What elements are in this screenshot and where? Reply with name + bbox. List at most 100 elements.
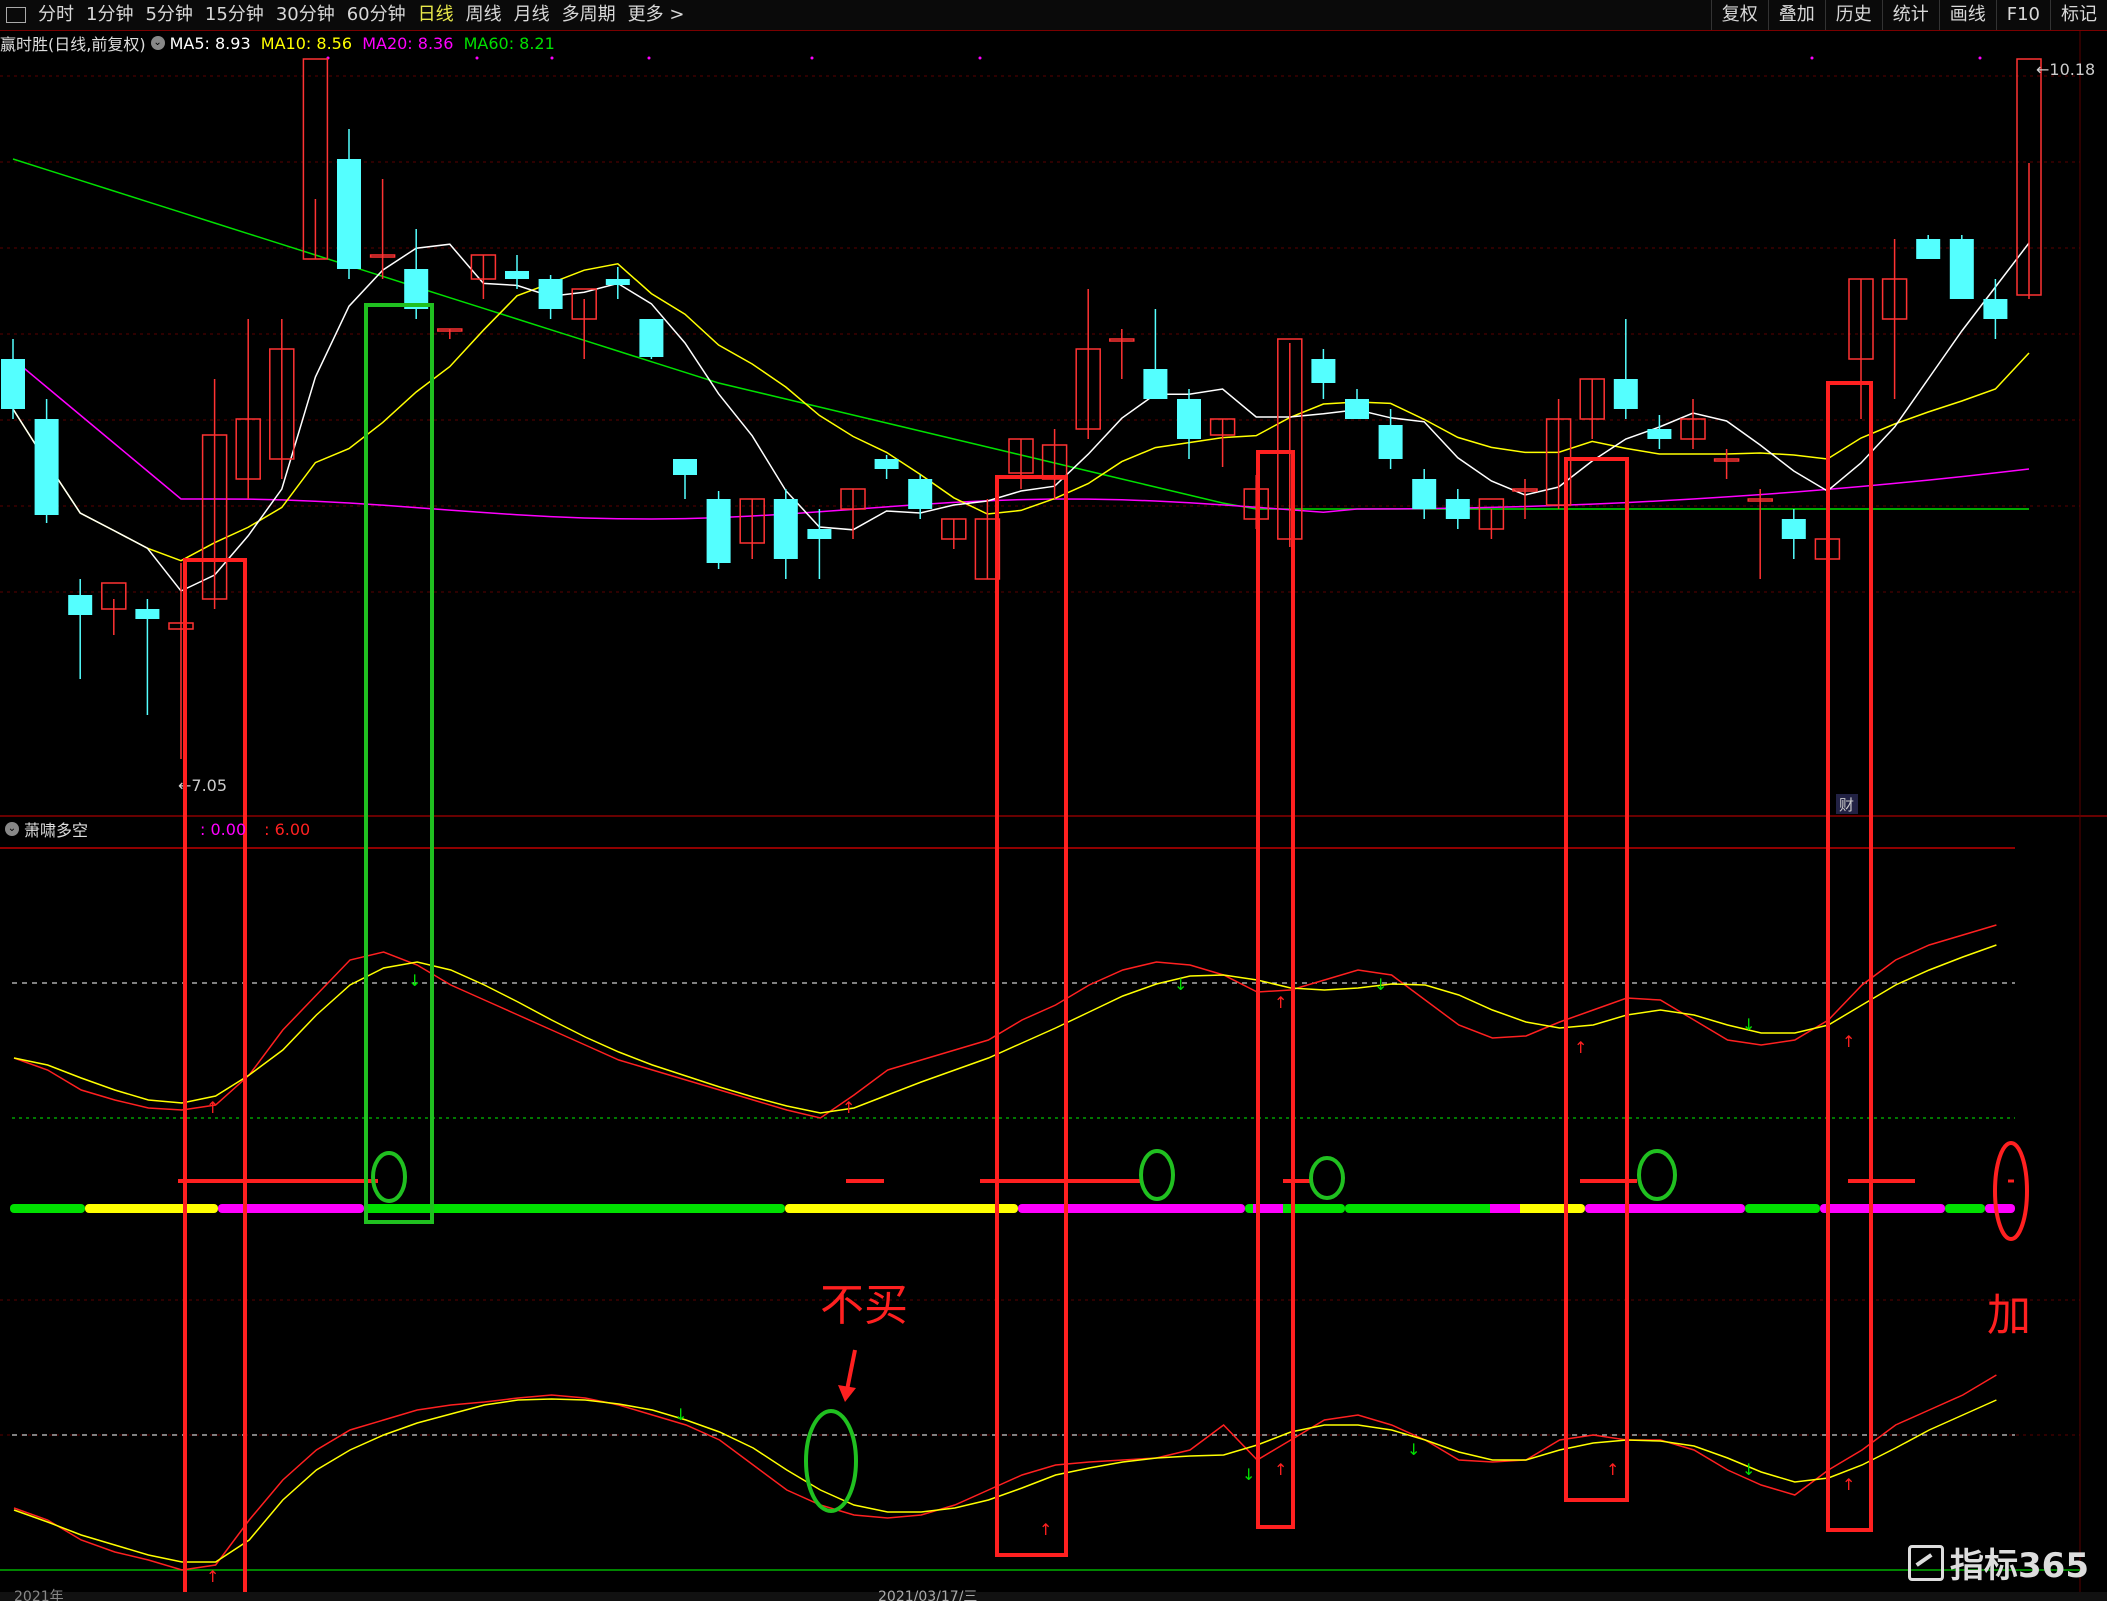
candle (1881, 239, 1908, 399)
stock-name: 赢时胜 (0, 35, 49, 54)
candle (1, 339, 25, 419)
toolbar-button-2[interactable]: 历史 (1824, 0, 1882, 30)
candle-body-down (1647, 429, 1672, 439)
oscillator-slow-line-2 (13, 1398, 1997, 1563)
ma10-label: MA10: 8.56 (260, 33, 353, 53)
status-band-segment (1945, 1204, 1985, 1213)
kline-chart-canvas[interactable]: ←10.18←7.05财↑ ↑↑↑ ↑↑↑↑ ↑↑↓ ↓ ↓↓↓↓↓↓不买 加2021年 20… (0, 0, 2107, 1601)
candle-body-down (706, 499, 731, 563)
candle (706, 491, 731, 569)
status-band-segment (1585, 1204, 1745, 1213)
candle-body-down (135, 609, 160, 619)
candle-body-down (1445, 499, 1470, 519)
period-tab-8[interactable]: 月线 (508, 0, 556, 30)
candle (840, 488, 866, 539)
period-tab-0[interactable]: 分时 (32, 0, 80, 30)
candle (571, 288, 597, 359)
candle (1345, 389, 1369, 419)
candle (673, 459, 697, 499)
candle (773, 489, 798, 579)
candle (538, 275, 563, 319)
candle-body-down (1143, 369, 1168, 399)
status-band-segment (1018, 1204, 1245, 1213)
candle-body-down (1983, 299, 2008, 319)
status-band-segment (785, 1204, 1018, 1213)
candle (1747, 489, 1773, 579)
candle (1949, 235, 1974, 299)
annotation-box (1826, 381, 1873, 1532)
candle-body-down (68, 595, 93, 615)
toolbar-button-6[interactable]: 标记 (2050, 0, 2107, 30)
adjust-mode: (日线,前复权) (48, 35, 146, 54)
candle (470, 254, 497, 299)
period-tab-7[interactable]: 周线 (460, 0, 508, 30)
annotation-box (364, 303, 434, 1224)
candle (2016, 58, 2042, 299)
candle-body-down (1412, 479, 1437, 509)
add-annotation: 加 (1987, 1290, 2031, 1341)
status-band-segment (364, 1204, 785, 1213)
window-icon[interactable] (6, 7, 26, 23)
toolbar-button-1[interactable]: 叠加 (1767, 0, 1825, 30)
period-tab-5[interactable]: 60分钟 (341, 0, 412, 30)
candle (1983, 279, 2008, 339)
annotation-circle-red (1993, 1141, 2029, 1241)
candle (941, 518, 967, 549)
annotation-arrow (845, 1349, 857, 1391)
period-tab-6[interactable]: 日线 (412, 0, 460, 30)
axis-date-label: 2021年 (14, 1589, 64, 1601)
up-arrow-signal: ↑ (206, 1098, 219, 1117)
up-arrow-signal: ↑ (1842, 1032, 1855, 1051)
no-buy-annotation: 不买 (820, 1280, 908, 1331)
candle-body-down (538, 279, 563, 309)
ma5-label: MA5: 8.93 (169, 33, 251, 53)
candle (235, 319, 261, 499)
up-arrow-signal: ↑ (1274, 993, 1287, 1012)
candle (1277, 338, 1303, 547)
candle (1781, 509, 1806, 559)
candle-body-down (1311, 359, 1336, 383)
candle (739, 498, 765, 559)
status-band-segment (10, 1204, 85, 1213)
down-arrow-signal: ↓ (1742, 1460, 1755, 1479)
candle-body-down (773, 499, 798, 559)
down-arrow-signal: ↓ (1374, 975, 1387, 994)
up-arrow-signal: ↑ (1574, 1038, 1587, 1057)
candle (68, 579, 93, 679)
period-tab-1[interactable]: 1分钟 (80, 0, 139, 30)
down-arrow-signal: ↓ (1174, 975, 1187, 994)
toolbar-button-3[interactable]: 统计 (1881, 0, 1939, 30)
candle-body-down (673, 459, 697, 475)
toolbar-button-5[interactable]: F10 (1995, 0, 2050, 30)
chevron-down-icon[interactable]: ⌄ (150, 36, 165, 50)
up-arrow-signal: ↑ (842, 1098, 855, 1117)
candle-body-down (1, 359, 25, 409)
toolbar-button-4[interactable]: 画线 (1938, 0, 1996, 30)
candle-body-down (639, 319, 664, 357)
candle-body-down (34, 419, 59, 515)
ma5-line (12, 242, 2030, 592)
annotation-box (1564, 457, 1629, 1502)
marker-dot (1810, 56, 1814, 60)
toolbar-button-0[interactable]: 复权 (1710, 0, 1768, 30)
candle (1412, 469, 1437, 519)
period-tab-3[interactable]: 15分钟 (199, 0, 270, 30)
period-tab-9[interactable]: 多周期 (556, 0, 622, 30)
ma20-label: MA20: 8.36 (362, 33, 454, 53)
candle (1512, 479, 1538, 519)
period-tab-4[interactable]: 30分钟 (270, 0, 341, 30)
annotation-circle-green (1637, 1149, 1677, 1201)
candle-body-down (1378, 425, 1403, 459)
watermark-text: 指标365 (1950, 1546, 2089, 1586)
candle (1311, 349, 1336, 399)
period-tab-10[interactable]: 更多 > (622, 0, 691, 30)
candle-body-down (1345, 399, 1369, 419)
ma10-line (12, 262, 2030, 562)
candle (807, 509, 832, 579)
oscillator-slow-line-1 (13, 944, 1997, 1114)
time-axis (0, 1592, 2107, 1601)
candle-body-down (1781, 519, 1806, 539)
period-tab-2[interactable]: 5分钟 (139, 0, 198, 30)
chevron-down-icon[interactable]: ⌄ (5, 822, 19, 836)
candle (1478, 498, 1505, 539)
